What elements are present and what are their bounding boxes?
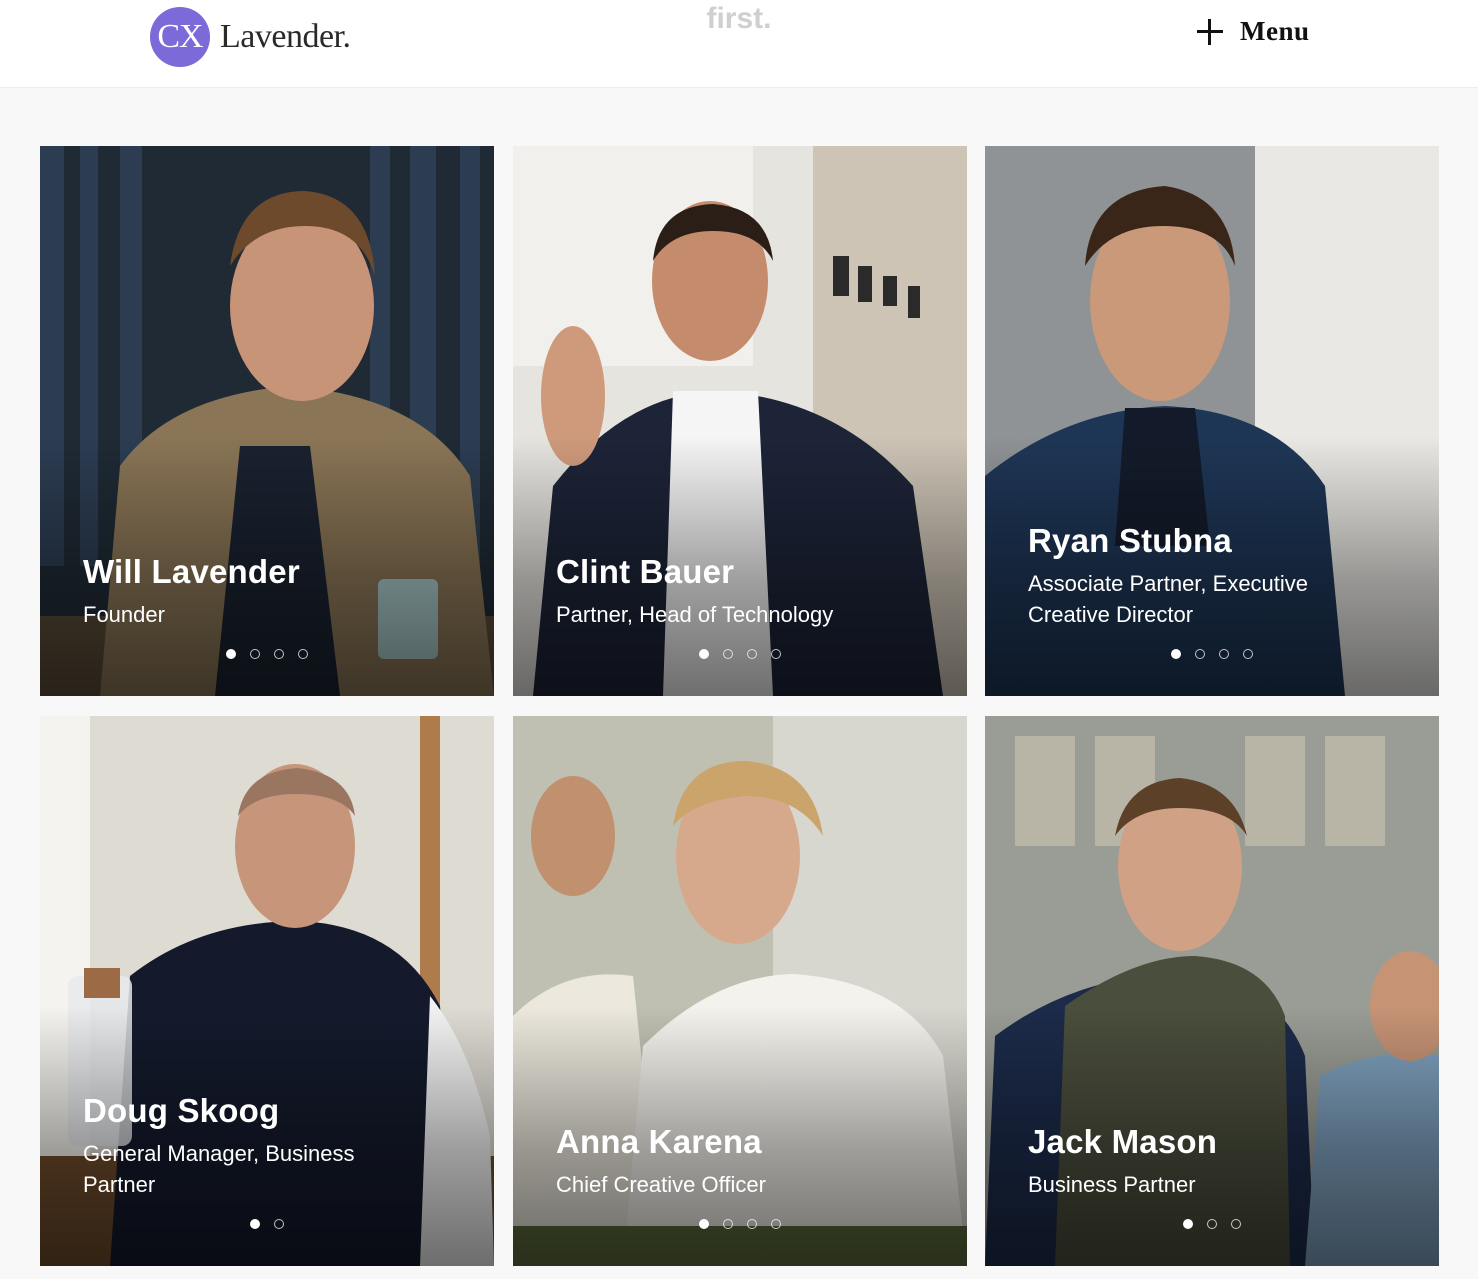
team-member-role: Founder	[83, 602, 165, 627]
menu-label: Menu	[1240, 16, 1310, 46]
team-grid: Will Lavender Founder Clint Bauer Partne…	[40, 146, 1439, 1266]
carousel-dot[interactable]	[1171, 649, 1181, 659]
carousel-dot[interactable]	[1183, 1219, 1193, 1229]
team-member-role: Business Partner	[1028, 1172, 1196, 1197]
team-member-name: Ryan Stubna	[1028, 522, 1232, 559]
menu-button[interactable]: Menu	[1196, 16, 1310, 47]
carousel-dot[interactable]	[1195, 649, 1205, 659]
team-card-ryan-stubna[interactable]: Ryan Stubna Associate Partner, Executive…	[985, 146, 1439, 696]
plus-icon	[1196, 18, 1224, 46]
team-member-role: General Manager, Business Partner	[83, 1141, 355, 1197]
team-member-role: Chief Creative Officer	[556, 1172, 766, 1197]
carousel-dot[interactable]	[771, 649, 781, 659]
carousel-dot[interactable]	[723, 1219, 733, 1229]
team-member-name: Jack Mason	[1028, 1123, 1218, 1160]
carousel-dot[interactable]	[226, 649, 236, 659]
team-member-name: Will Lavender	[83, 553, 300, 590]
carousel-dot[interactable]	[771, 1219, 781, 1229]
team-member-name: Clint Bauer	[556, 553, 735, 590]
carousel-dot[interactable]	[250, 1219, 260, 1229]
carousel-dot[interactable]	[747, 1219, 757, 1229]
carousel-dots	[40, 1219, 494, 1229]
carousel-dot[interactable]	[699, 1219, 709, 1229]
carousel-dots	[513, 1219, 967, 1229]
carousel-dot[interactable]	[1243, 649, 1253, 659]
team-card-clint-bauer[interactable]: Clint Bauer Partner, Head of Technology	[513, 146, 967, 696]
site-header: CX Lavender. first. Menu	[0, 0, 1478, 88]
carousel-dots	[985, 1219, 1439, 1229]
carousel-dot[interactable]	[274, 649, 284, 659]
carousel-dots	[985, 649, 1439, 659]
carousel-dot[interactable]	[1219, 649, 1229, 659]
team-member-role: Associate Partner, Executive Creative Di…	[1028, 571, 1309, 627]
carousel-dot[interactable]	[274, 1219, 284, 1229]
carousel-dot[interactable]	[699, 649, 709, 659]
carousel-dots	[513, 649, 967, 659]
carousel-dot[interactable]	[723, 649, 733, 659]
team-card-doug-skoog[interactable]: Doug Skoog General Manager, Business Par…	[40, 716, 494, 1266]
team-member-name: Anna Karena	[556, 1123, 762, 1160]
carousel-dot[interactable]	[1231, 1219, 1241, 1229]
team-member-name: Doug Skoog	[83, 1092, 280, 1129]
carousel-dot[interactable]	[298, 649, 308, 659]
team-card-jack-mason[interactable]: Jack Mason Business Partner	[985, 716, 1439, 1266]
team-card-anna-karena[interactable]: Anna Karena Chief Creative Officer	[513, 716, 967, 1266]
carousel-dots	[40, 649, 494, 659]
team-member-role: Partner, Head of Technology	[556, 602, 834, 627]
team-card-will-lavender[interactable]: Will Lavender Founder	[40, 146, 494, 696]
carousel-dot[interactable]	[250, 649, 260, 659]
carousel-dot[interactable]	[747, 649, 757, 659]
carousel-dot[interactable]	[1207, 1219, 1217, 1229]
